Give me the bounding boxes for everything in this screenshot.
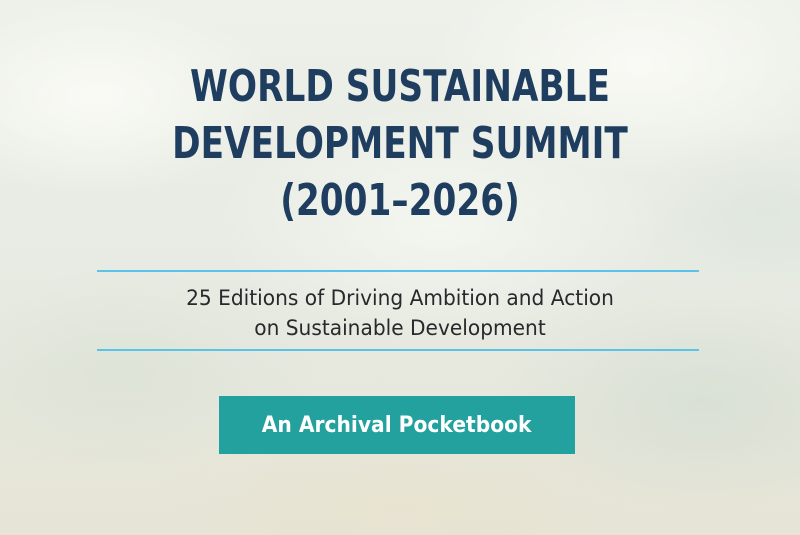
pocketbook-badge: An Archival Pocketbook — [219, 396, 575, 454]
cover-page: WORLD SUSTAINABLE DEVELOPMENT SUMMIT (20… — [0, 0, 800, 535]
title-line-1: WORLD SUSTAINABLE — [190, 61, 610, 112]
subtitle-line-1: 25 Editions of Driving Ambition and Acti… — [186, 286, 614, 310]
badge-label: An Archival Pocketbook — [262, 412, 532, 438]
subtitle-line-2: on Sustainable Development — [254, 316, 546, 340]
title-line-3: (2001–2026) — [280, 175, 520, 226]
bottom-divider — [97, 349, 699, 351]
page-title: WORLD SUSTAINABLE DEVELOPMENT SUMMIT (20… — [88, 58, 712, 229]
title-line-2: DEVELOPMENT SUMMIT — [172, 118, 628, 169]
top-divider — [97, 270, 699, 272]
subtitle: 25 Editions of Driving Ambition and Acti… — [16, 283, 784, 343]
